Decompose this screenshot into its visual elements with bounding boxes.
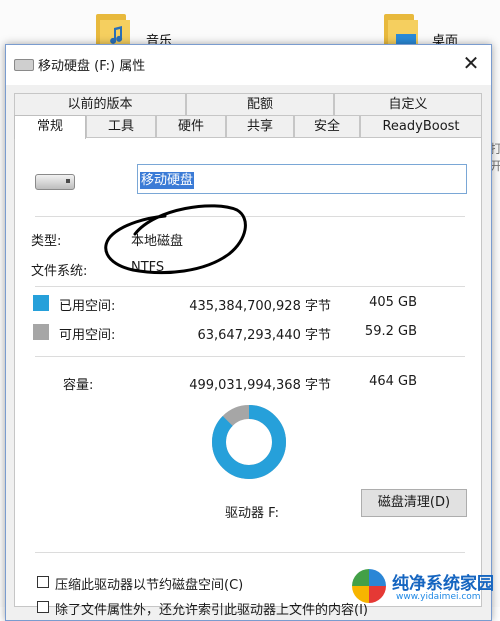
tab-readyboost[interactable]: ReadyBoost — [360, 115, 482, 137]
drive-icon — [35, 174, 75, 190]
watermark-url: www.yidaimei.com — [396, 592, 481, 602]
tab-previous-versions[interactable]: 以前的版本 — [14, 93, 186, 115]
type-label: 类型: — [31, 234, 62, 249]
capacity-label: 容量: — [63, 378, 94, 393]
watermark-logo-icon — [352, 569, 386, 603]
tab-row-top: 以前的版本 配额 自定义 — [14, 93, 482, 115]
capacity-bytes: 499,031,994,368 字节 — [189, 378, 331, 393]
title-bar[interactable]: 移动硬盘 (F:) 属性 ✕ — [6, 45, 491, 85]
divider — [35, 356, 465, 357]
music-folder-icon[interactable] — [96, 14, 132, 48]
hand-drawn-circle — [104, 204, 247, 275]
free-space-label: 可用空间: — [59, 328, 116, 343]
volume-name-selection: 移动硬盘 — [140, 172, 195, 189]
compress-checkbox[interactable] — [37, 576, 49, 588]
tab-tools[interactable]: 工具 — [86, 115, 156, 137]
free-space-size: 59.2 GB — [364, 324, 417, 339]
free-space-bytes: 63,647,293,440 字节 — [197, 328, 331, 343]
used-space-size: 405 GB — [369, 295, 417, 310]
index-label[interactable]: 除了文件属性外，还允许索引此驱动器上文件的内容(I) — [55, 599, 368, 618]
divider — [35, 286, 465, 287]
divider — [35, 216, 465, 217]
site-watermark: 纯净系统家园 www.yidaimei.com — [352, 565, 500, 607]
drive-title-icon — [14, 59, 34, 71]
used-space-swatch — [33, 295, 49, 311]
tab-quota[interactable]: 配额 — [186, 93, 334, 115]
properties-dialog: 移动硬盘 (F:) 属性 ✕ 以前的版本 配额 自定义 常规 工具 硬件 共享 … — [5, 44, 492, 621]
volume-name-input[interactable]: 移动硬盘 — [137, 164, 467, 194]
tab-security[interactable]: 安全 — [294, 115, 360, 137]
used-space-bytes: 435,384,700,928 字节 — [189, 299, 331, 314]
divider — [35, 552, 465, 553]
drive-letter-label: 驱动器 F: — [225, 506, 279, 521]
desktop-folder-icon[interactable] — [384, 14, 420, 48]
dialog-title: 移动硬盘 (F:) 属性 — [38, 59, 146, 74]
used-space-label: 已用空间: — [59, 299, 116, 314]
filesystem-value: NTFS — [131, 260, 165, 275]
tab-row-bottom: 常规 工具 硬件 共享 安全 ReadyBoost — [14, 115, 482, 139]
general-panel: 移动硬盘 类型: 本地磁盘 文件系统: NTFS 已用空间: 435,384,7… — [14, 137, 482, 618]
free-space-swatch — [33, 324, 49, 340]
disk-cleanup-button[interactable]: 磁盘清理(D) — [361, 489, 467, 517]
usage-donut-chart — [212, 405, 286, 479]
capacity-size: 464 GB — [369, 374, 417, 389]
filesystem-label: 文件系统: — [31, 264, 88, 279]
compress-label[interactable]: 压缩此驱动器以节约磁盘空间(C) — [55, 574, 243, 593]
tab-sharing[interactable]: 共享 — [226, 115, 294, 137]
index-checkbox[interactable] — [37, 601, 49, 613]
tab-hardware[interactable]: 硬件 — [156, 115, 226, 137]
tab-general[interactable]: 常规 — [14, 115, 86, 139]
type-value: 本地磁盘 — [131, 234, 184, 249]
tab-customize[interactable]: 自定义 — [334, 93, 482, 115]
watermark-text: 纯净系统家园 — [392, 574, 494, 594]
close-button[interactable]: ✕ — [457, 51, 485, 77]
